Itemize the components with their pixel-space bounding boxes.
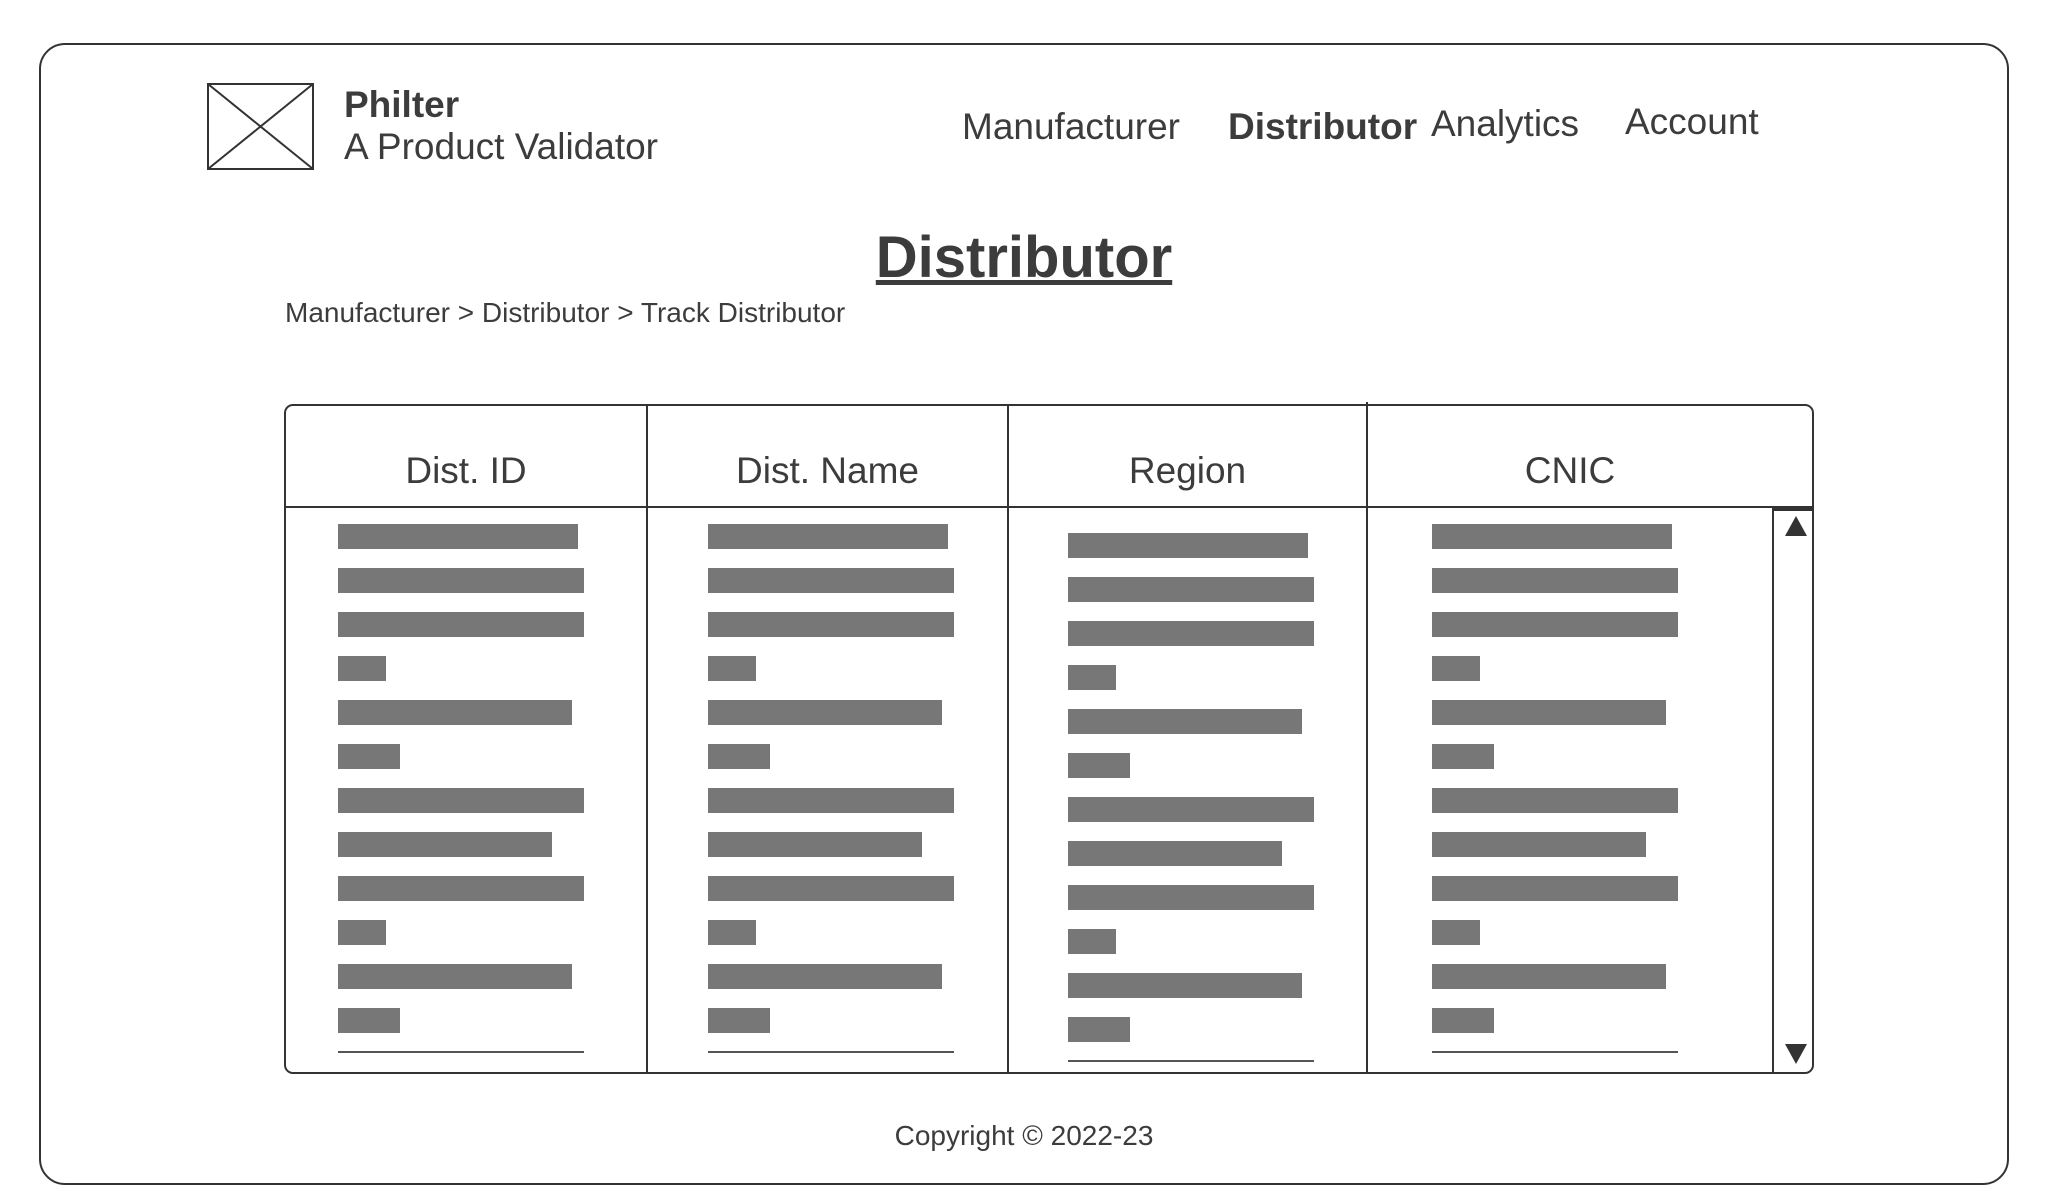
table-scrollbar[interactable] <box>1772 508 1814 1072</box>
placeholder-text-bar <box>708 568 954 593</box>
placeholder-text-bar <box>1068 797 1314 822</box>
column-header-dist-name[interactable]: Dist. Name <box>648 450 1007 492</box>
placeholder-text-bar <box>1432 788 1678 813</box>
distributor-table: Dist. ID Dist. Name Region CNIC <box>284 402 1814 1074</box>
nav-analytics[interactable]: Analytics <box>1431 103 1579 145</box>
placeholder-text-bar <box>1068 885 1314 910</box>
brand-tagline: A Product Validator <box>344 126 658 167</box>
breadcrumb-track-distributor[interactable]: Track Distributor <box>641 297 845 328</box>
placeholder-text-bar <box>1068 533 1308 558</box>
placeholder-text-bar <box>338 656 386 681</box>
placeholder-text-bar <box>708 656 756 681</box>
breadcrumb-manufacturer[interactable]: Manufacturer <box>285 297 450 328</box>
breadcrumb-distributor[interactable]: Distributor <box>482 297 610 328</box>
placeholder-text-bar <box>1068 621 1314 646</box>
placeholder-text-bar <box>1432 920 1480 945</box>
placeholder-text-bar <box>338 700 572 725</box>
placeholder-text-bar <box>1432 832 1646 857</box>
placeholder-text-bar <box>708 920 756 945</box>
placeholder-text-bar <box>1432 964 1666 989</box>
placeholder-text-bar <box>708 524 948 549</box>
placeholder-text-bar <box>338 568 584 593</box>
placeholder-text-bar <box>708 1008 770 1033</box>
placeholder-text-bar <box>1432 700 1666 725</box>
nav-distributor[interactable]: Distributor <box>1228 106 1417 148</box>
column-header-dist-id[interactable]: Dist. ID <box>286 450 646 492</box>
placeholder-text-bar <box>1068 665 1116 690</box>
column-header-region[interactable]: Region <box>1009 450 1366 492</box>
placeholder-text-bar <box>708 612 954 637</box>
copyright: Copyright © 2022-23 <box>894 1120 1154 1151</box>
placeholder-text-bar <box>338 612 584 637</box>
nav-account[interactable]: Account <box>1625 101 1759 143</box>
placeholder-text-bar <box>338 964 572 989</box>
placeholder-text-bar <box>1432 568 1678 593</box>
column-divider <box>1366 402 1368 1072</box>
placeholder-text-bar <box>708 964 942 989</box>
placeholder-text-bar <box>708 700 942 725</box>
placeholder-text-bar <box>1068 973 1302 998</box>
breadcrumb-separator: > <box>617 297 634 328</box>
row-underline <box>1432 1051 1678 1053</box>
placeholder-text-bar <box>708 744 770 769</box>
placeholder-text-bar <box>708 832 922 857</box>
placeholder-text-bar <box>1432 876 1678 901</box>
placeholder-text-bar <box>1068 929 1116 954</box>
placeholder-text-bar <box>1432 524 1672 549</box>
brand-name: Philter <box>344 84 460 125</box>
nav-manufacturer[interactable]: Manufacturer <box>962 106 1180 148</box>
scrollbar-top-edge <box>1774 508 1814 511</box>
placeholder-text-bar <box>1068 709 1302 734</box>
placeholder-text-bar <box>338 832 552 857</box>
triangle-up-icon[interactable] <box>1785 516 1807 536</box>
placeholder-text-bar <box>1432 744 1494 769</box>
placeholder-text-bar <box>1432 612 1678 637</box>
placeholder-text-bar <box>338 744 400 769</box>
page-title: Distributor <box>875 225 1173 290</box>
placeholder-text-bar <box>708 876 954 901</box>
row-underline <box>338 1051 584 1053</box>
placeholder-text-bar <box>1068 1017 1130 1042</box>
placeholder-text-bar <box>338 1008 400 1033</box>
placeholder-text-bar <box>1068 841 1282 866</box>
placeholder-text-bar <box>338 788 584 813</box>
breadcrumb-separator: > <box>457 297 475 328</box>
header-divider <box>286 506 1812 508</box>
column-header-cnic[interactable]: CNIC <box>1368 450 1772 492</box>
placeholder-text-bar <box>338 524 578 549</box>
placeholder-text-bar <box>708 788 954 813</box>
row-underline <box>1068 1060 1314 1062</box>
placeholder-text-bar <box>1068 577 1314 602</box>
placeholder-text-bar <box>1068 753 1130 778</box>
placeholder-text-bar <box>338 920 386 945</box>
placeholder-text-bar <box>338 876 584 901</box>
row-underline <box>708 1051 954 1053</box>
placeholder-text-bar <box>1432 1008 1494 1033</box>
breadcrumb: Manufacturer > Distributor > Track Distr… <box>285 297 845 329</box>
triangle-down-icon[interactable] <box>1785 1044 1807 1064</box>
image-placeholder-icon <box>207 83 314 170</box>
placeholder-text-bar <box>1432 656 1480 681</box>
